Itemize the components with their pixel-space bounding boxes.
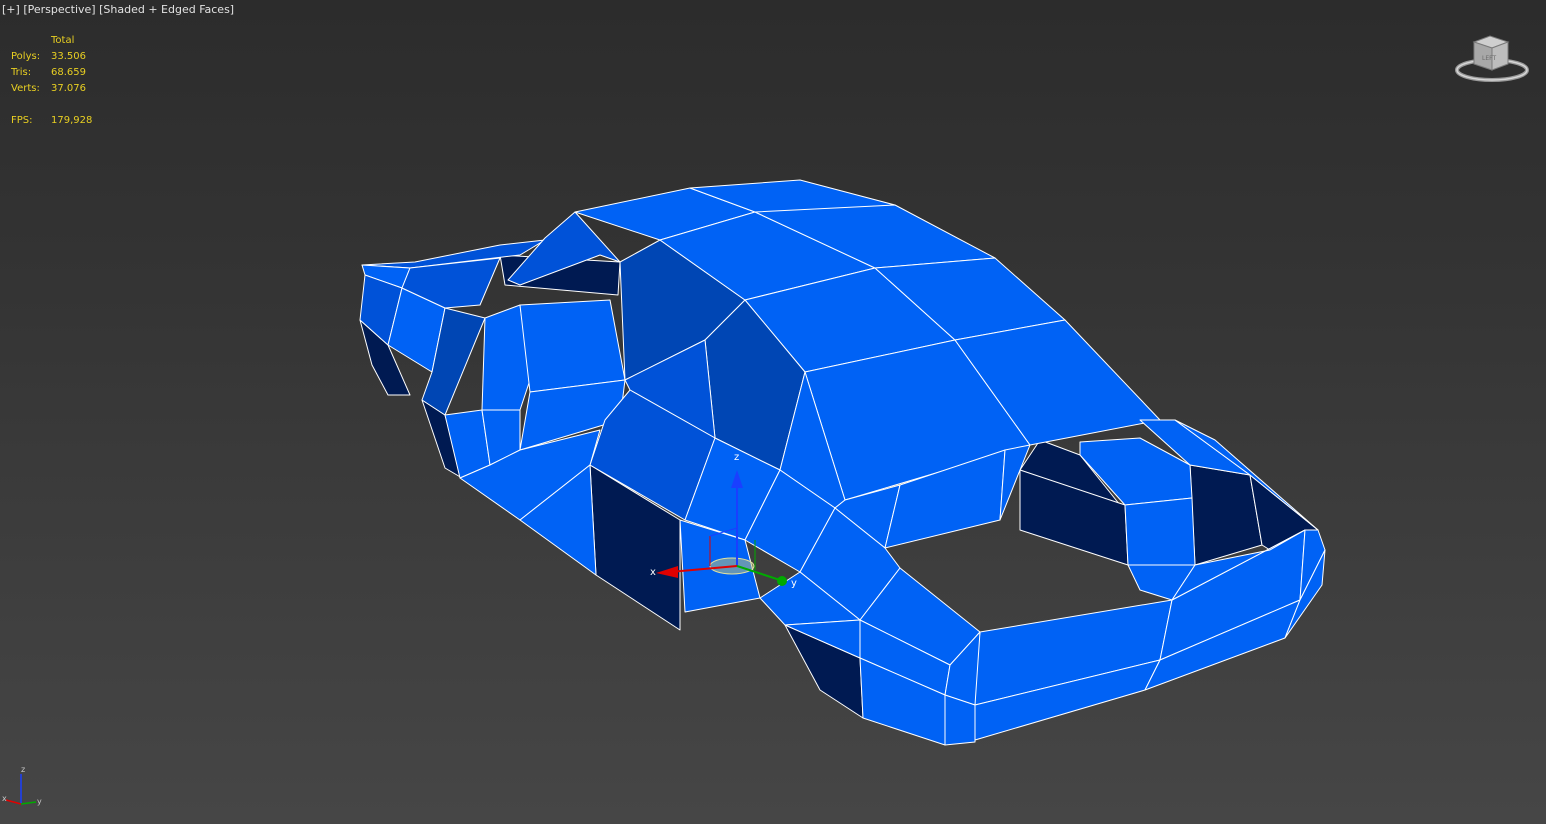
gizmo-x-label: x (650, 567, 656, 578)
world-axis-y-label: y (37, 797, 42, 806)
gizmo-z-label: z (734, 452, 739, 463)
mesh-face (519, 299, 626, 393)
world-axis-x-label: x (2, 794, 7, 803)
svg-text:LEFT: LEFT (1482, 55, 1496, 62)
viewcube-icon[interactable]: LEFT (1452, 30, 1532, 90)
world-axis-tripod-icon: z x y (2, 765, 42, 806)
mesh-face (1124, 497, 1196, 566)
car-body-mesh[interactable]: x y z (0, 0, 1546, 824)
world-axis-z-label: z (21, 765, 25, 774)
gizmo-y-label: y (791, 578, 797, 589)
perspective-viewport[interactable]: [+] [Perspective] [Shaded + Edged Faces]… (0, 0, 1546, 824)
